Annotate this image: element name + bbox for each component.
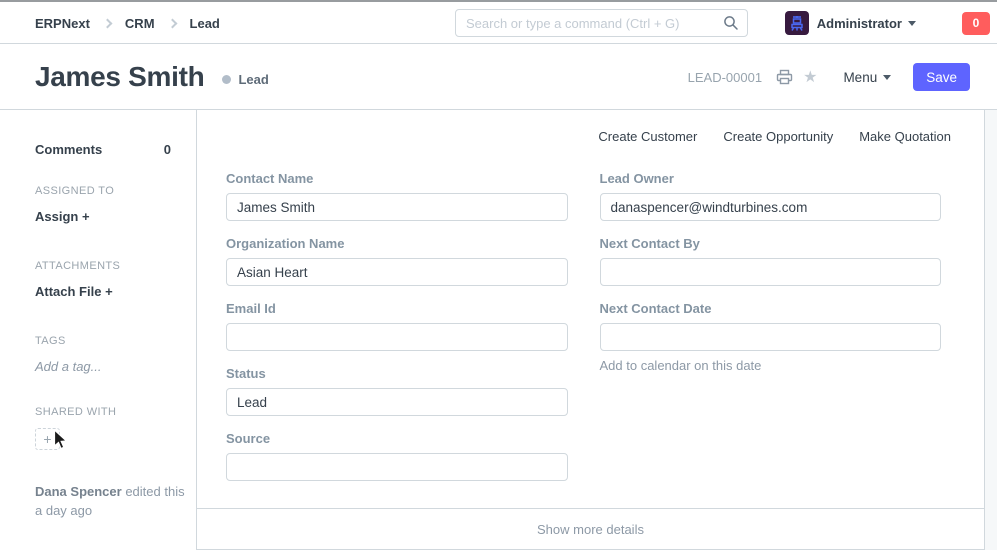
contact-name-input[interactable] [226,193,568,221]
user-avatar[interactable] [785,11,809,35]
menu-label: Menu [843,70,877,85]
next-contact-by-input[interactable] [600,258,942,286]
show-more-details-button[interactable]: Show more details [197,508,984,550]
form-sidebar: Comments 0 ASSIGNED TO Assign + ATTACHME… [0,110,197,550]
favorite-star-icon[interactable]: ★ [803,67,817,87]
field-label: Next Contact By [600,236,942,251]
chevron-right-icon [102,19,112,29]
form-toolbar: Create Customer Create Opportunity Make … [197,110,984,144]
search-input[interactable] [466,16,723,31]
status-dot-icon [222,75,231,84]
page-background [985,110,997,550]
attach-file-link[interactable]: Attach File + [35,284,174,299]
status-select[interactable] [226,388,568,416]
create-opportunity-button[interactable]: Create Opportunity [723,129,833,144]
page-head: James Smith Lead LEAD-00001 ★ Menu Save [0,44,997,110]
print-button[interactable] [776,69,793,85]
breadcrumb-lead[interactable]: Lead [190,16,220,31]
field-label: Contact Name [226,171,568,186]
modified-by-user: Dana Spencer [35,484,122,499]
field-status: Status [226,366,568,416]
source-input[interactable] [226,453,568,481]
field-source: Source [226,431,568,481]
breadcrumb: ERPNext CRM Lead [35,2,220,44]
menu-button[interactable]: Menu [843,70,891,85]
field-label: Next Contact Date [600,301,942,316]
field-email-id: Email Id [226,301,568,351]
add-tag-input[interactable]: Add a tag... [35,359,174,374]
field-next-contact-date: Next Contact Date Add to calendar on thi… [600,301,942,373]
status-indicator: Lead [222,72,268,87]
breadcrumb-crm[interactable]: CRM [125,16,155,31]
shared-with-heading: SHARED WITH [35,406,174,418]
assigned-to-heading: ASSIGNED TO [35,185,174,197]
global-search[interactable] [455,9,748,37]
field-label: Email Id [226,301,568,316]
navbar: ERPNext CRM Lead Administrator 0 [0,2,997,44]
status-label: Lead [238,72,268,87]
chevron-right-icon [167,19,177,29]
notification-badge[interactable]: 0 [962,12,990,35]
make-quotation-button[interactable]: Make Quotation [859,129,951,144]
email-id-input[interactable] [226,323,568,351]
search-icon[interactable] [723,15,739,31]
breadcrumb-erpnext[interactable]: ERPNext [35,16,90,31]
assign-link[interactable]: Assign + [35,209,174,224]
next-contact-date-input[interactable] [600,323,942,351]
last-modified-note: Dana Spencer edited this a day ago [35,483,185,521]
form-fields: Contact Name Organization Name Email Id … [197,144,984,508]
user-menu[interactable]: Administrator [817,16,902,31]
field-contact-name: Contact Name [226,171,568,221]
field-next-contact-by: Next Contact By [600,236,942,286]
content: Comments 0 ASSIGNED TO Assign + ATTACHME… [0,110,997,550]
tags-heading: TAGS [35,335,174,347]
comments-count: 0 [164,142,171,157]
field-organization-name: Organization Name [226,236,568,286]
form-column-left: Contact Name Organization Name Email Id … [226,171,568,508]
chevron-down-icon [908,21,916,26]
navbar-right: Administrator 0 [785,2,990,44]
chevron-down-icon [883,75,891,80]
page-head-actions: LEAD-00001 ★ Menu Save [688,44,970,110]
organization-name-input[interactable] [226,258,568,286]
field-label: Organization Name [226,236,568,251]
form-main-section: Create Customer Create Opportunity Make … [197,110,985,550]
lead-owner-input[interactable] [600,193,942,221]
field-label: Lead Owner [600,171,942,186]
field-label: Source [226,431,568,446]
field-help-text: Add to calendar on this date [600,358,942,373]
printer-icon [776,69,793,85]
field-label: Status [226,366,568,381]
attachments-heading: ATTACHMENTS [35,260,174,272]
document-id: LEAD-00001 [688,70,762,85]
sidebar-item-comments[interactable]: Comments 0 [35,142,171,157]
save-button[interactable]: Save [913,63,970,91]
share-add-button[interactable]: + [35,428,60,450]
page-title: James Smith [35,61,204,93]
field-lead-owner: Lead Owner [600,171,942,221]
form-column-right: Lead Owner Next Contact By Next Contact … [600,171,942,508]
create-customer-button[interactable]: Create Customer [598,129,697,144]
comments-label: Comments [35,142,102,157]
robot-avatar-icon [789,15,805,31]
